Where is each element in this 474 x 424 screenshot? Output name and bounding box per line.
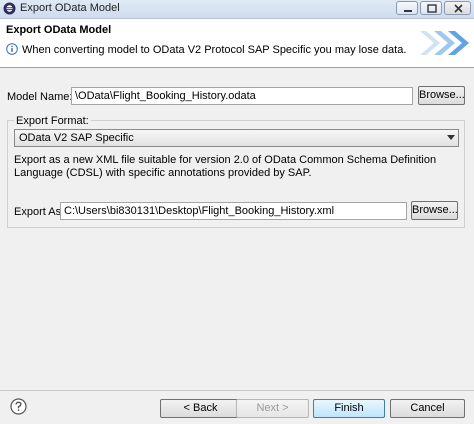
model-browse-button[interactable]: Browse... xyxy=(418,86,465,105)
export-odata-dialog: Export OData Model Export OData Model Wh… xyxy=(0,0,474,424)
back-button[interactable]: < Back xyxy=(160,399,241,418)
minimize-button[interactable] xyxy=(396,1,418,15)
next-button[interactable]: Next > xyxy=(236,399,309,418)
maximize-button[interactable] xyxy=(420,1,442,15)
window-title: Export OData Model xyxy=(20,2,120,14)
model-name-field[interactable]: \OData\Flight_Booking_History.odata xyxy=(71,87,413,105)
export-as-field[interactable]: C:\Users\bi830131\Desktop\Flight_Booking… xyxy=(60,202,407,220)
finish-button[interactable]: Finish xyxy=(313,399,385,418)
eclipse-icon xyxy=(3,2,16,15)
export-as-label: Export As: xyxy=(14,206,65,218)
export-format-select[interactable]: OData V2 SAP Specific xyxy=(14,129,459,147)
wizard-arrows-icon xyxy=(410,23,470,63)
wizard-header: Export OData Model When converting model… xyxy=(0,19,474,68)
info-icon xyxy=(6,43,18,55)
export-format-label: Export Format: xyxy=(14,115,91,127)
title-bar: Export OData Model xyxy=(0,0,474,19)
footer-divider xyxy=(0,390,474,391)
export-format-description: Export as a new XML file suitable for ve… xyxy=(14,154,437,179)
help-icon[interactable] xyxy=(10,398,27,415)
header-title: Export OData Model xyxy=(6,24,112,36)
export-browse-button[interactable]: Browse... xyxy=(411,201,458,220)
model-name-label: Model Name: xyxy=(7,91,73,103)
close-button[interactable] xyxy=(444,1,471,15)
cancel-button[interactable]: Cancel xyxy=(390,399,465,418)
chevron-down-icon xyxy=(447,135,455,140)
header-message: When converting model to OData V2 Protoc… xyxy=(22,44,407,56)
export-format-selected: OData V2 SAP Specific xyxy=(19,132,134,144)
